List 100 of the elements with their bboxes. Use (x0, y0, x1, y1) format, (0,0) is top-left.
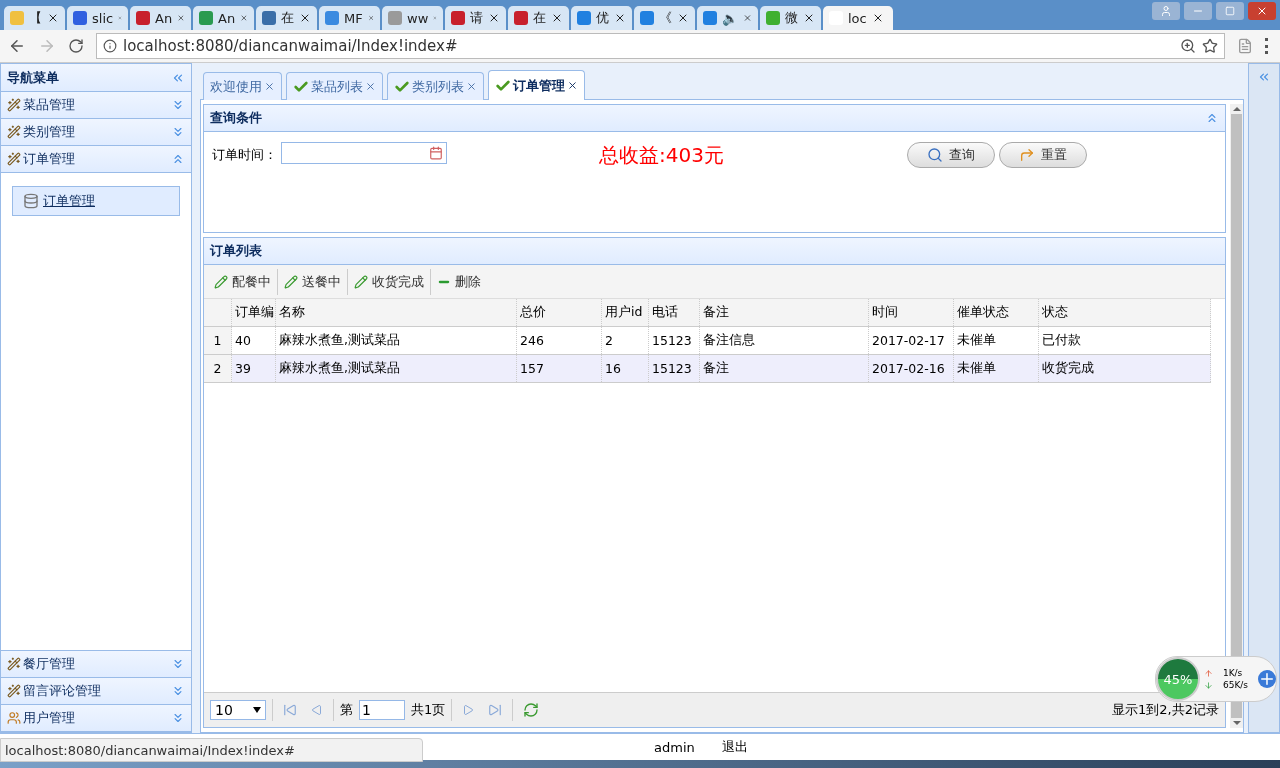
field-label: 订单时间： (212, 146, 277, 164)
browser-tab[interactable]: ww (382, 6, 443, 30)
memory-gauge: 45% (1156, 657, 1200, 701)
total-revenue: 总收益:403元 (599, 142, 724, 169)
pdf-icon[interactable] (1237, 38, 1253, 54)
date-field[interactable] (281, 142, 447, 164)
column-header[interactable]: 名称 (276, 299, 517, 326)
page-count: 共1页 (411, 701, 446, 719)
browser-tab[interactable]: 优 (571, 6, 632, 30)
table-cell: 已付款 (1039, 327, 1211, 354)
forward-icon[interactable] (38, 37, 56, 55)
status-url: localhost:8080/diancanwaimai/Index!index# (0, 738, 423, 762)
close-button[interactable] (1248, 2, 1276, 20)
star-icon[interactable] (1202, 38, 1218, 54)
tab[interactable]: 类别列表 (387, 72, 484, 100)
browser-tab[interactable]: 请 (445, 6, 506, 30)
tab[interactable]: 菜品列表 (286, 72, 383, 100)
close-icon (466, 81, 477, 92)
tab[interactable]: 订单管理 (488, 70, 585, 100)
toolbar-button[interactable]: 配餐中 (208, 268, 278, 295)
magic-wand-icon (7, 684, 21, 698)
table-cell: 16 (602, 355, 649, 382)
panel-title: 订单列表 (204, 238, 1225, 265)
scroll-up-icon[interactable] (1232, 104, 1241, 114)
pencil-icon (284, 274, 298, 289)
close-icon (488, 12, 500, 24)
close-icon (47, 12, 59, 24)
column-header[interactable]: 状态 (1039, 299, 1211, 326)
database-icon (23, 193, 39, 209)
magic-wand-icon (7, 125, 21, 139)
collapse-icon (171, 152, 185, 166)
address-field[interactable]: localhost:8080/diancanwaimai/Index!index# (96, 33, 1225, 59)
page-size-select[interactable]: 10 (210, 700, 266, 720)
download-arrow-icon (1203, 680, 1213, 690)
close-icon (803, 12, 815, 24)
column-header[interactable]: 时间 (869, 299, 954, 326)
scroll-down-icon[interactable] (1232, 718, 1241, 728)
sidebar-title: 导航菜单 (1, 64, 191, 92)
column-header[interactable]: 订单编 (232, 299, 276, 326)
row-number: 1 (204, 327, 232, 354)
accordion-header[interactable]: 菜品管理 (1, 92, 191, 119)
browser-tab[interactable]: 【 (4, 6, 65, 30)
page-field[interactable]: 1 (359, 700, 405, 720)
table-cell: 2017-02-17 (869, 327, 954, 354)
browser-tab[interactable]: An (130, 6, 191, 30)
download-speed: 65K/s (1203, 680, 1249, 690)
zoom-icon[interactable] (1180, 38, 1196, 54)
back-icon[interactable] (8, 37, 26, 55)
browser-tab[interactable]: 🔈 (697, 6, 758, 30)
table-cell: 15123 (649, 327, 700, 354)
accordion-header[interactable]: 留言评论管理 (1, 678, 191, 705)
reload-icon[interactable] (68, 38, 84, 54)
user-button[interactable] (1152, 2, 1180, 20)
table-row[interactable]: 1 40 麻辣水煮鱼,测试菜品 246 2 15123 备注信息 2017-02-17 未催单 已付款 (204, 327, 1211, 355)
table-cell: 麻辣水煮鱼,测试菜品 (276, 327, 517, 354)
caret-icon (253, 707, 261, 713)
tab[interactable]: 欢迎使用 (203, 72, 282, 100)
magic-wand-icon (7, 657, 21, 671)
column-header[interactable]: 备注 (700, 299, 869, 326)
table-cell: 157 (517, 355, 602, 382)
collapse-icon (1205, 111, 1219, 125)
add-icon[interactable] (1258, 670, 1276, 688)
toolbar-button[interactable]: 收货完成 (348, 268, 431, 295)
expand-icon (171, 684, 185, 698)
reset-button[interactable]: 重置 (999, 142, 1087, 168)
browser-tab[interactable]: 《 (634, 6, 695, 30)
browser-tab[interactable]: MF (319, 6, 380, 30)
toolbar-button[interactable]: 删除 (431, 268, 487, 295)
expand-icon (171, 711, 185, 725)
accordion-header[interactable]: 类别管理 (1, 119, 191, 146)
redo-arrow-icon (1019, 147, 1035, 163)
column-header[interactable]: 催单状态 (954, 299, 1039, 326)
column-header[interactable]: 用户id (602, 299, 649, 326)
accordion-header[interactable]: 订单管理 (1, 146, 191, 173)
column-header[interactable]: 电话 (649, 299, 700, 326)
browser-tab[interactable]: 微 (760, 6, 821, 30)
browser-tab[interactable]: slic (67, 6, 128, 30)
network-widget[interactable]: 45% 1K/s 65K/s (1155, 656, 1277, 702)
sidebar-item[interactable]: 订单管理 (12, 186, 180, 216)
browser-tab[interactable]: loc (823, 6, 893, 30)
minimize-button[interactable] (1184, 2, 1212, 20)
accordion-header[interactable]: 用户管理 (1, 705, 191, 732)
table-cell: 15123 (649, 355, 700, 382)
table-cell: 246 (517, 327, 602, 354)
browser-tab[interactable]: 在 (256, 6, 317, 30)
logout-link[interactable]: 退出 (721, 738, 748, 756)
table-cell: 2017-02-16 (869, 355, 954, 382)
upload-speed: 1K/s (1203, 668, 1249, 678)
column-header[interactable]: 总价 (517, 299, 602, 326)
row-number: 2 (204, 355, 232, 382)
accordion-header[interactable]: 餐厅管理 (1, 651, 191, 678)
toolbar-button[interactable]: 送餐中 (278, 268, 348, 295)
close-icon (299, 12, 311, 24)
browser-tab[interactable]: An (193, 6, 254, 30)
close-icon (551, 12, 563, 24)
expand-icon (171, 657, 185, 671)
browser-tab[interactable]: 在 (508, 6, 569, 30)
query-button[interactable]: 查询 (907, 142, 995, 168)
table-cell: 未催单 (954, 355, 1039, 382)
table-row[interactable]: 2 39 麻辣水煮鱼,测试菜品 157 16 15123 备注 2017-02-16 未催单 收货完成 (204, 355, 1211, 383)
